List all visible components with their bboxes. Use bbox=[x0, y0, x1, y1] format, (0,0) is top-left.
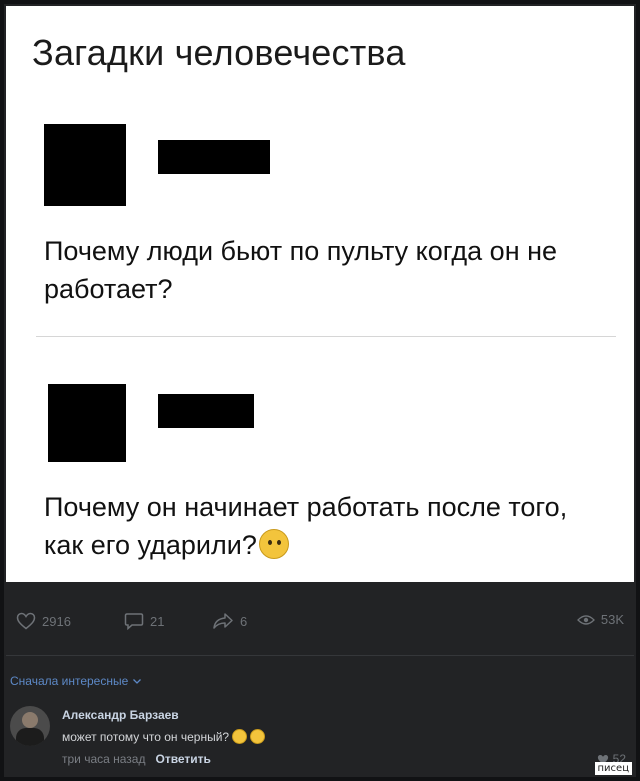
question-text-body: Почему он начинает работать после того, … bbox=[44, 492, 568, 560]
sort-label: Сначала интересные bbox=[10, 674, 129, 688]
question-text: Почему люди бьют по пульту когда он не р… bbox=[44, 236, 558, 304]
redacted-name bbox=[158, 394, 254, 428]
comment-icon bbox=[124, 612, 144, 630]
comment-text: может потому что он черный? bbox=[62, 729, 266, 744]
emoji-icon bbox=[250, 729, 266, 744]
watermark: писец bbox=[594, 762, 632, 775]
question-text: Почему он начинает работать после того, … bbox=[44, 488, 604, 564]
comment-meta: три часа назад Ответить bbox=[62, 752, 211, 766]
post-image: Загадки человечества Почему люди бьют по… bbox=[6, 6, 634, 582]
sort-dropdown[interactable]: Сначала интересные bbox=[10, 674, 142, 688]
views-counter: 53K bbox=[576, 612, 624, 627]
post-title: Загадки человечества bbox=[32, 32, 406, 73]
comment-count: 21 bbox=[150, 613, 165, 629]
avatar[interactable] bbox=[10, 706, 50, 746]
emoji-icon bbox=[232, 729, 248, 744]
comment-author[interactable]: Александр Барзаев bbox=[62, 708, 179, 722]
reply-button[interactable]: Ответить bbox=[155, 752, 210, 766]
share-count: 6 bbox=[240, 613, 248, 629]
chevron-down-icon bbox=[132, 677, 142, 685]
eye-icon bbox=[576, 614, 595, 626]
divider bbox=[36, 336, 616, 337]
comment-text-body: может потому что он черный? bbox=[62, 729, 230, 744]
share-arrow-icon bbox=[212, 612, 234, 630]
redacted-avatar bbox=[44, 124, 126, 206]
comment-button[interactable]: 21 bbox=[124, 612, 164, 630]
redacted-avatar bbox=[48, 384, 126, 462]
divider bbox=[6, 655, 634, 656]
thinking-face-icon bbox=[258, 529, 289, 559]
like-count: 2916 bbox=[42, 613, 71, 629]
redacted-name bbox=[158, 140, 270, 174]
views-count: 53K bbox=[600, 612, 624, 627]
like-button[interactable]: 2916 bbox=[16, 612, 71, 630]
heart-icon bbox=[16, 612, 36, 630]
post-actions: 2916 21 6 53K bbox=[6, 600, 634, 640]
comment-timestamp: три часа назад bbox=[62, 752, 146, 766]
share-button[interactable]: 6 bbox=[212, 612, 247, 630]
